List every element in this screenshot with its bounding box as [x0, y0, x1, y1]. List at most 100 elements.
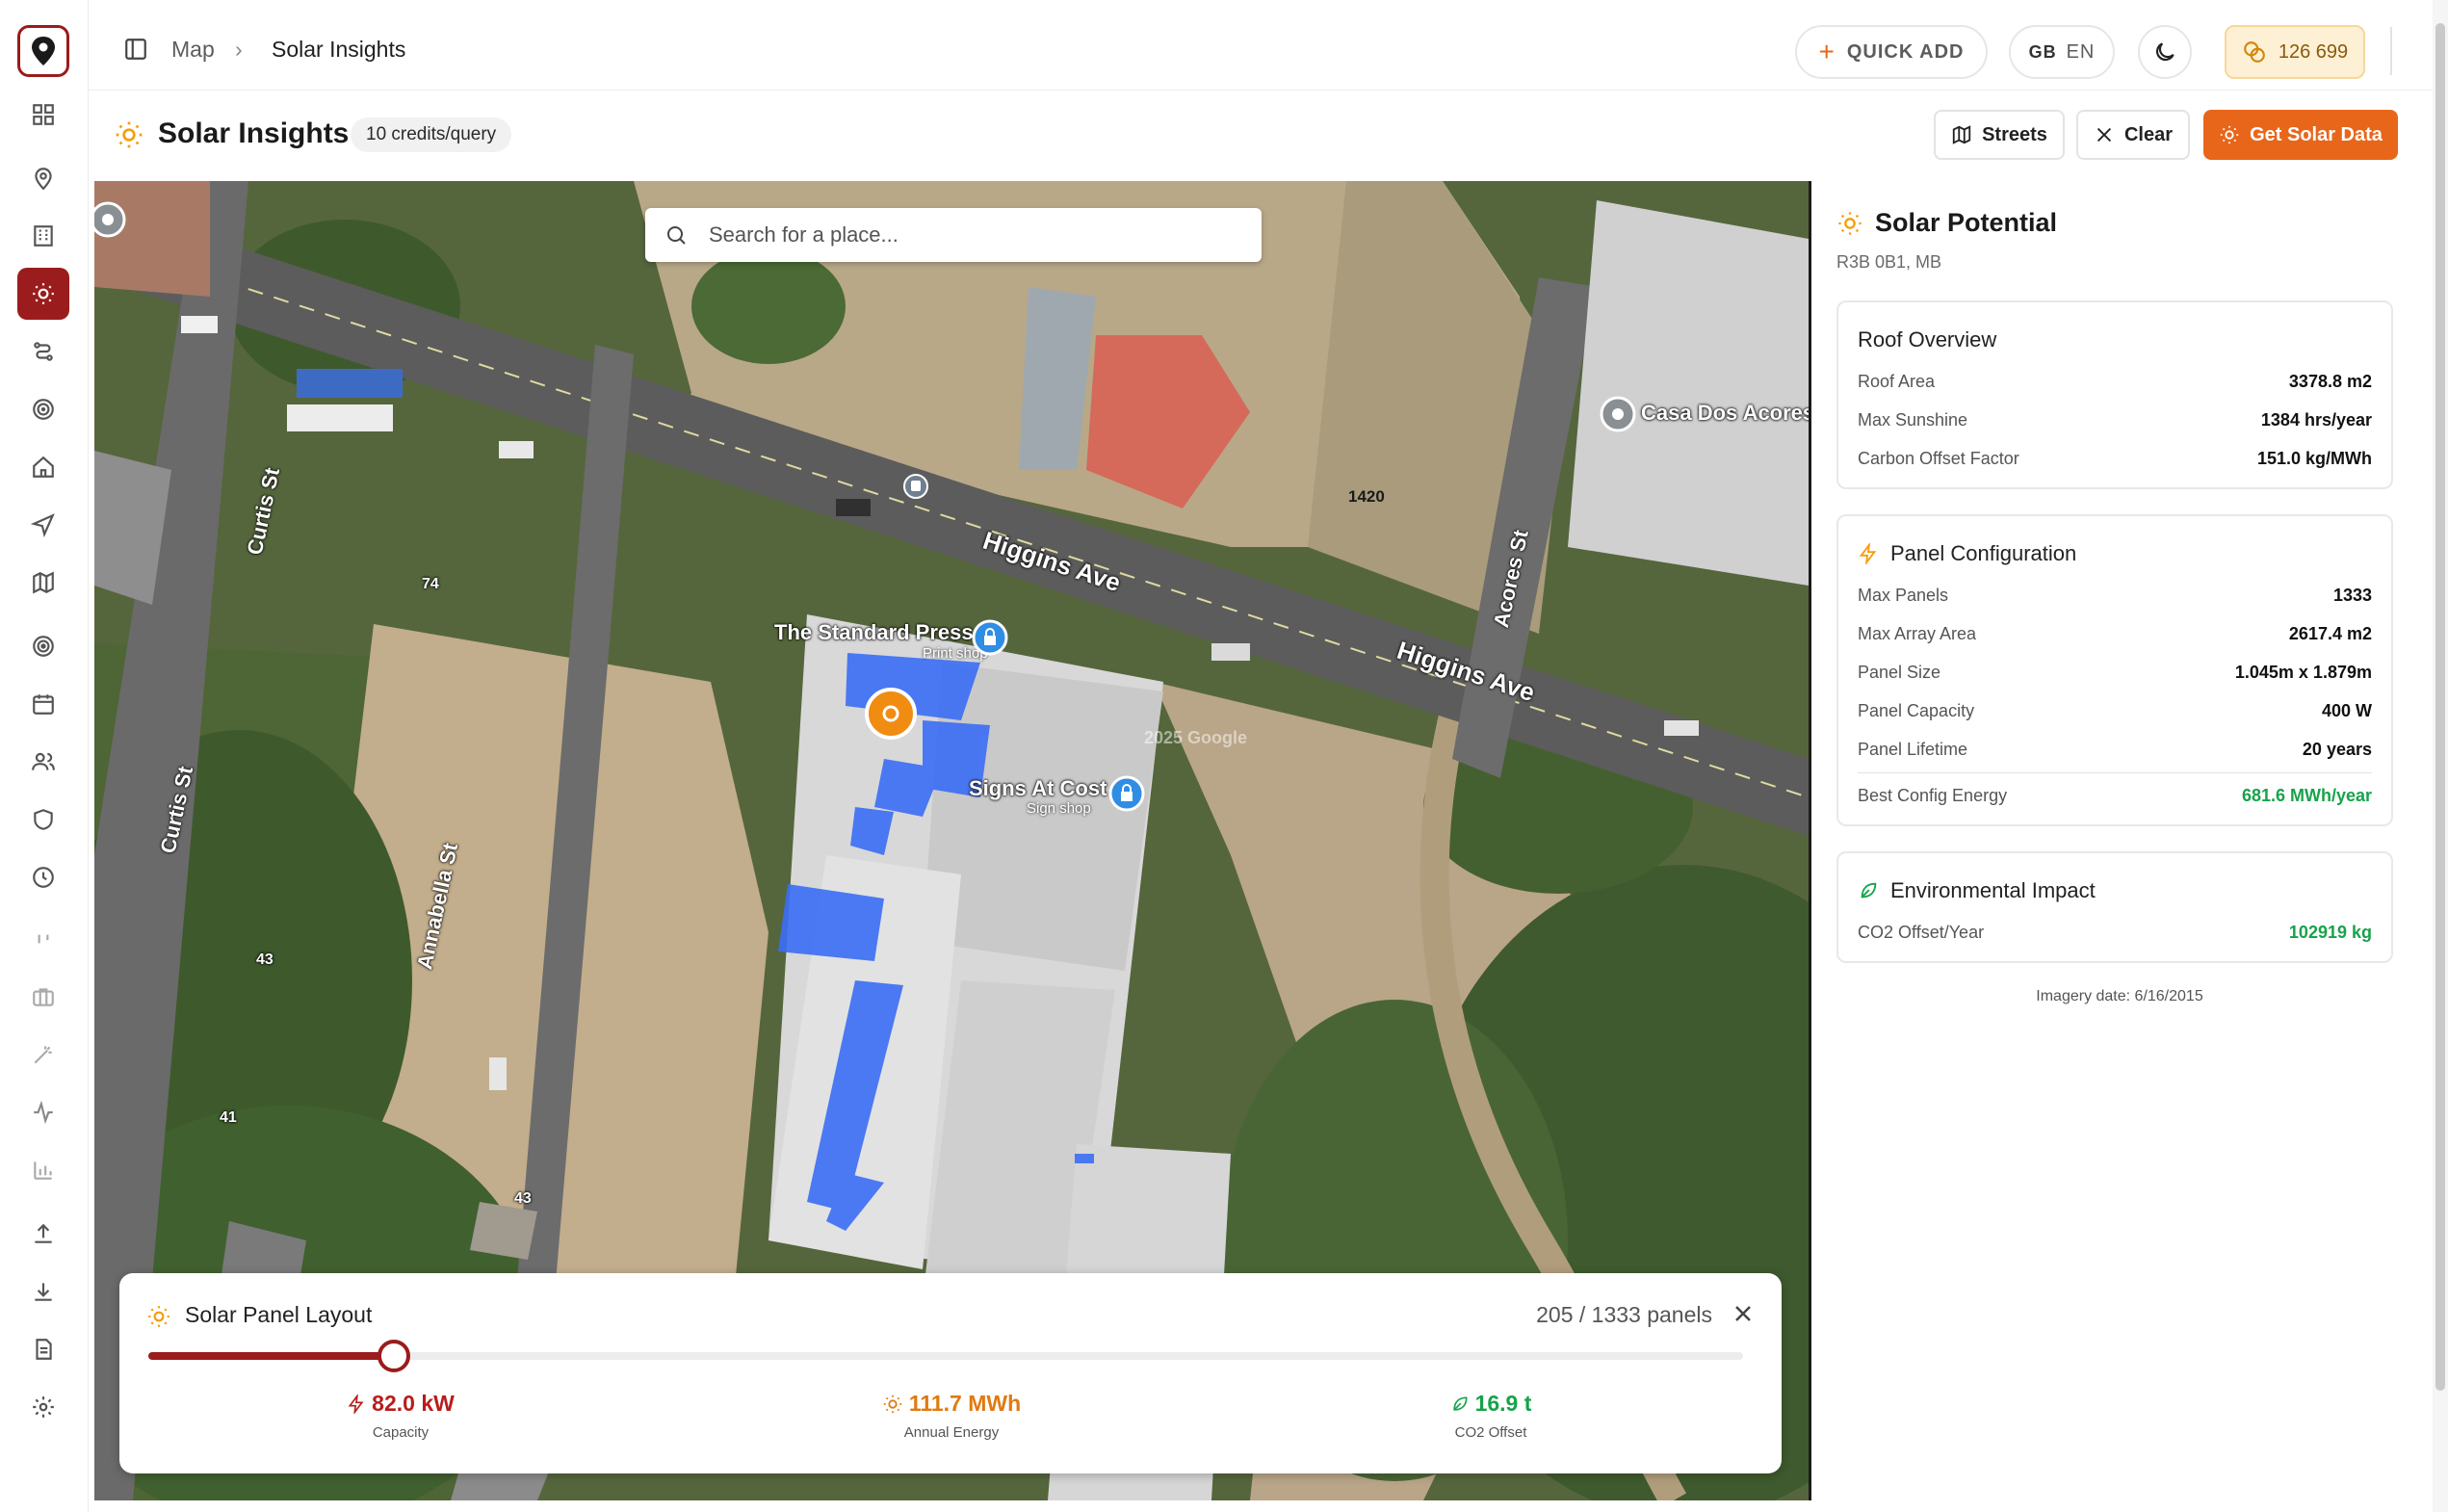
poi-label-casa-dos-acores[interactable]: Casa Dos Acores [1641, 401, 1809, 426]
best-config-row: Best Config Energy 681.6 MWh/year [1858, 776, 2372, 815]
settings-gear-icon[interactable] [17, 1381, 69, 1433]
close-icon[interactable] [1732, 1302, 1755, 1325]
stat-row: CO2 Offset/Year 102919 kg [1858, 913, 2372, 952]
solar-sun-icon[interactable] [17, 268, 69, 320]
route-icon[interactable] [17, 326, 69, 378]
streets-label: Streets [1982, 123, 2047, 145]
slider-thumb[interactable] [378, 1340, 410, 1372]
download-icon[interactable] [17, 1265, 69, 1317]
sidebar-toggle-icon[interactable] [123, 37, 148, 62]
poi-label-signs-at-cost[interactable]: Signs At Cost [969, 776, 1107, 801]
stat-value: 1.045m x 1.879m [2234, 662, 2372, 682]
breadcrumb-current: Solar Insights [272, 37, 406, 62]
stat-label: Roof Area [1858, 371, 1936, 391]
page-header: Solar Insights 10 credits/query Streets … [89, 91, 2448, 179]
clear-button[interactable]: Clear [2076, 110, 2190, 160]
layout-card-title: Solar Panel Layout [185, 1302, 373, 1327]
credits-balance[interactable]: 126 699 [2225, 25, 2365, 79]
poi-pin-icon[interactable] [94, 200, 127, 239]
breadcrumb-separator: › [235, 37, 243, 62]
poi-pin-icon[interactable] [1599, 395, 1637, 433]
upload-icon[interactable] [17, 1208, 69, 1260]
shield-icon[interactable] [17, 794, 69, 846]
dashboard-icon[interactable] [17, 89, 69, 141]
selected-location-marker-icon[interactable] [863, 686, 919, 742]
signal-bars-icon[interactable] [17, 913, 69, 965]
stat-row: Carbon Offset Factor 151.0 kg/MWh [1858, 439, 2372, 478]
building-icon[interactable] [17, 210, 69, 262]
stat-row: Max Panels 1333 [1858, 576, 2372, 614]
environmental-impact-title: Environmental Impact [1890, 878, 2096, 902]
imagery-date: Imagery date: 6/16/2015 [2036, 988, 2203, 1004]
credits-per-query-badge: 10 credits/query [351, 117, 512, 152]
sun-icon [148, 1306, 169, 1327]
page-scrollbar[interactable] [2433, 0, 2448, 1512]
slider-fill [148, 1352, 394, 1360]
co2-offset-stat: 16.9 t CO2 Offset [1356, 1391, 1626, 1441]
sun-icon [1838, 212, 1862, 235]
roof-overview-title: Roof Overview [1858, 327, 1997, 352]
language-flag: GB [2028, 41, 2057, 62]
poi-shop-pin-icon[interactable] [1107, 774, 1146, 813]
calendar-icon[interactable] [17, 678, 69, 730]
map-fold-icon[interactable] [17, 557, 69, 609]
magic-wand-icon[interactable] [17, 1029, 69, 1081]
home-icon[interactable] [17, 441, 69, 493]
users-icon[interactable] [17, 736, 69, 788]
place-search-box [645, 208, 1262, 262]
document-icon[interactable] [17, 1323, 69, 1375]
scrollbar-thumb[interactable] [2435, 23, 2445, 1391]
coins-icon [2244, 41, 2265, 63]
poi-shop-pin-icon[interactable] [971, 618, 1009, 657]
address-number: 74 [422, 576, 439, 592]
address-number: 41 [220, 1109, 237, 1126]
solar-potential-panel: Solar Potential R3B 0B1, MB Roof Overvie… [1809, 181, 2425, 1500]
top-bar: Map › Solar Insights + QUICK ADD GB EN 1… [89, 0, 2448, 91]
topbar-divider [2390, 27, 2392, 75]
search-icon [667, 226, 686, 245]
stat-value: 151.0 kg/MWh [2256, 448, 2372, 468]
poi-sublabel: Sign shop [1027, 800, 1091, 817]
stat-value: 20 years [2302, 739, 2372, 759]
capacity-stat: 82.0 kW Capacity [266, 1391, 535, 1441]
app-logo[interactable] [17, 25, 69, 77]
panel-configuration-card: Panel Configuration Max Panels 1333 Max … [1836, 514, 2393, 826]
environmental-impact-card: Environmental Impact CO2 Offset/Year 102… [1836, 851, 2393, 963]
place-search-input[interactable] [709, 218, 1248, 252]
navigation-arrow-icon[interactable] [17, 499, 69, 551]
language-code: EN [2066, 40, 2096, 63]
get-solar-data-button[interactable]: Get Solar Data [2203, 110, 2398, 160]
poi-label-standard-press[interactable]: The Standard Press [774, 620, 974, 645]
quick-add-button[interactable]: + QUICK ADD [1795, 25, 1988, 79]
target-scan-icon[interactable] [17, 383, 69, 435]
sun-icon [883, 1395, 901, 1413]
solar-panel-layout-card: Solar Panel Layout 205 / 1333 panels 82.… [119, 1273, 1782, 1473]
transit-stop-icon[interactable] [901, 472, 930, 501]
language-selector[interactable]: GB EN [2009, 25, 2115, 79]
breadcrumb-map[interactable]: Map [171, 37, 215, 63]
stat-label: Max Array Area [1858, 623, 1977, 643]
stat-value: 1333 [2332, 585, 2372, 605]
address-number: 43 [514, 1190, 532, 1207]
stat-value: 681.6 MWh/year [2241, 785, 2372, 805]
stat-value: 102919 kg [2288, 922, 2372, 942]
map-pin-logo-icon [32, 37, 55, 65]
divider [1858, 772, 2372, 773]
get-solar-data-label: Get Solar Data [2250, 123, 2383, 145]
stat-label: Panel Capacity [1858, 700, 1975, 720]
theme-toggle-button[interactable] [2138, 25, 2192, 79]
bar-chart-icon[interactable] [17, 1144, 69, 1196]
map-icon [1952, 125, 1971, 144]
clock-icon[interactable] [17, 851, 69, 903]
capacity-label: Capacity [372, 1424, 430, 1441]
location-pin-icon[interactable] [17, 152, 69, 204]
streets-button[interactable]: Streets [1934, 110, 2065, 160]
address-number: 1420 [1348, 487, 1385, 506]
panel-count-slider[interactable] [148, 1340, 1743, 1372]
stat-row: Panel Lifetime 20 years [1858, 730, 2372, 769]
moon-icon [2155, 42, 2175, 62]
radar-icon[interactable] [17, 620, 69, 672]
clear-label: Clear [2123, 123, 2174, 145]
briefcase-icon[interactable] [17, 971, 69, 1023]
activity-icon[interactable] [17, 1086, 69, 1138]
